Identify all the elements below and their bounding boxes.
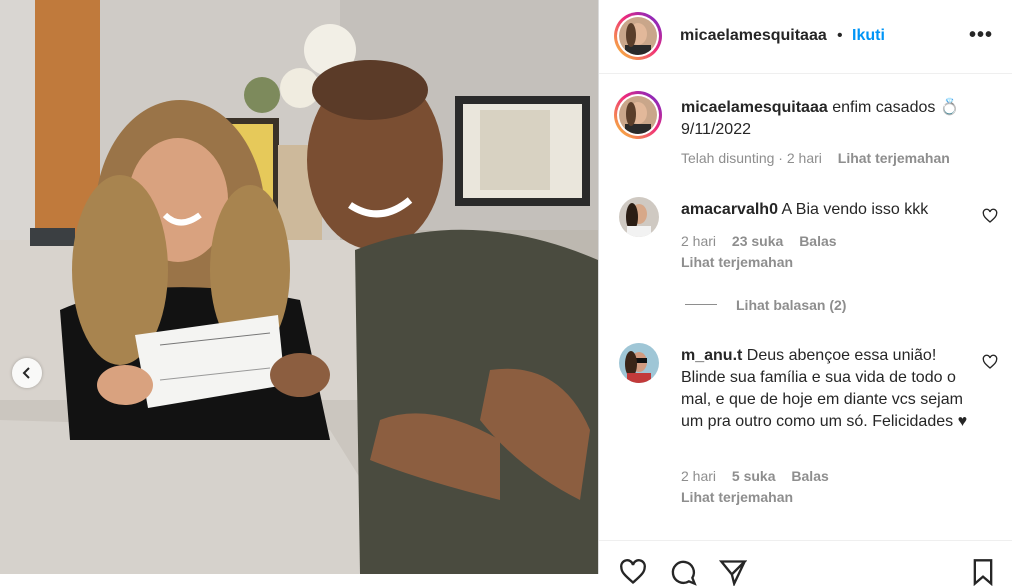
- replies-divider: [685, 304, 717, 305]
- reply-button[interactable]: Balas: [791, 468, 828, 484]
- view-replies-button[interactable]: Lihat balasan (2): [736, 297, 846, 313]
- edited-label: Telah disunting: [681, 150, 775, 166]
- comment-likes[interactable]: 5 suka: [732, 468, 776, 484]
- post-details-panel: micaelamesquitaaa • Ikuti ••• micaelames…: [598, 0, 1012, 586]
- comment-likes[interactable]: 23 suka: [732, 233, 783, 249]
- comment-time[interactable]: 2 hari: [681, 233, 716, 249]
- caption-avatar[interactable]: [614, 91, 662, 139]
- comment-translate-link[interactable]: Lihat terjemahan: [681, 489, 793, 505]
- bookmark-icon[interactable]: [969, 558, 997, 586]
- share-icon[interactable]: [719, 558, 747, 586]
- view-replies: Lihat balasan (2): [736, 297, 846, 313]
- heart-icon[interactable]: [619, 558, 647, 586]
- comment-username[interactable]: amacarvalh0: [681, 201, 778, 218]
- caption-time[interactable]: 2 hari: [787, 150, 822, 166]
- comment-meta: 2 hari 23 suka Balas: [681, 233, 837, 249]
- more-options-button[interactable]: •••: [969, 24, 993, 47]
- previous-photo-button[interactable]: [12, 358, 42, 388]
- heart-icon[interactable]: [982, 354, 998, 370]
- comment-username[interactable]: m_anu.t: [681, 347, 742, 364]
- photo-illustration: [0, 0, 598, 574]
- comment-meta: 2 hari 5 suka Balas: [681, 468, 829, 484]
- commenter-avatar[interactable]: [619, 197, 659, 237]
- comment-translate: Lihat terjemahan: [681, 254, 793, 270]
- chevron-left-icon: [22, 367, 30, 379]
- follow-button[interactable]: Ikuti: [852, 27, 885, 45]
- caption-translate-link[interactable]: Lihat terjemahan: [838, 150, 950, 166]
- comment-translate-link[interactable]: Lihat terjemahan: [681, 254, 793, 270]
- comment-time[interactable]: 2 hari: [681, 468, 716, 484]
- comment-text: A Bia vendo isso kkk: [781, 201, 929, 218]
- post-header: micaelamesquitaaa • Ikuti •••: [599, 0, 1012, 74]
- header-separator: •: [837, 27, 843, 44]
- author-username[interactable]: micaelamesquitaaa: [680, 27, 827, 45]
- author-avatar[interactable]: [614, 12, 662, 60]
- comment-body: m_anu.t Deus abençoe essa união! Blinde …: [681, 345, 981, 433]
- comment-body: amacarvalh0 A Bia vendo isso kkk: [681, 199, 981, 221]
- heart-icon[interactable]: [982, 208, 998, 224]
- reply-button[interactable]: Balas: [799, 233, 836, 249]
- caption-username[interactable]: micaelamesquitaaa: [681, 99, 828, 116]
- comment-icon[interactable]: [669, 558, 697, 586]
- comment-translate: Lihat terjemahan: [681, 489, 793, 505]
- caption-meta: Telah disunting · 2 hari Lihat terjemaha…: [681, 150, 950, 166]
- action-bar-divider: [599, 540, 1012, 541]
- commenter-avatar[interactable]: [619, 343, 659, 383]
- post-photo: [0, 0, 598, 574]
- caption: micaelamesquitaaa enfim casados 💍 9/11/2…: [681, 97, 981, 141]
